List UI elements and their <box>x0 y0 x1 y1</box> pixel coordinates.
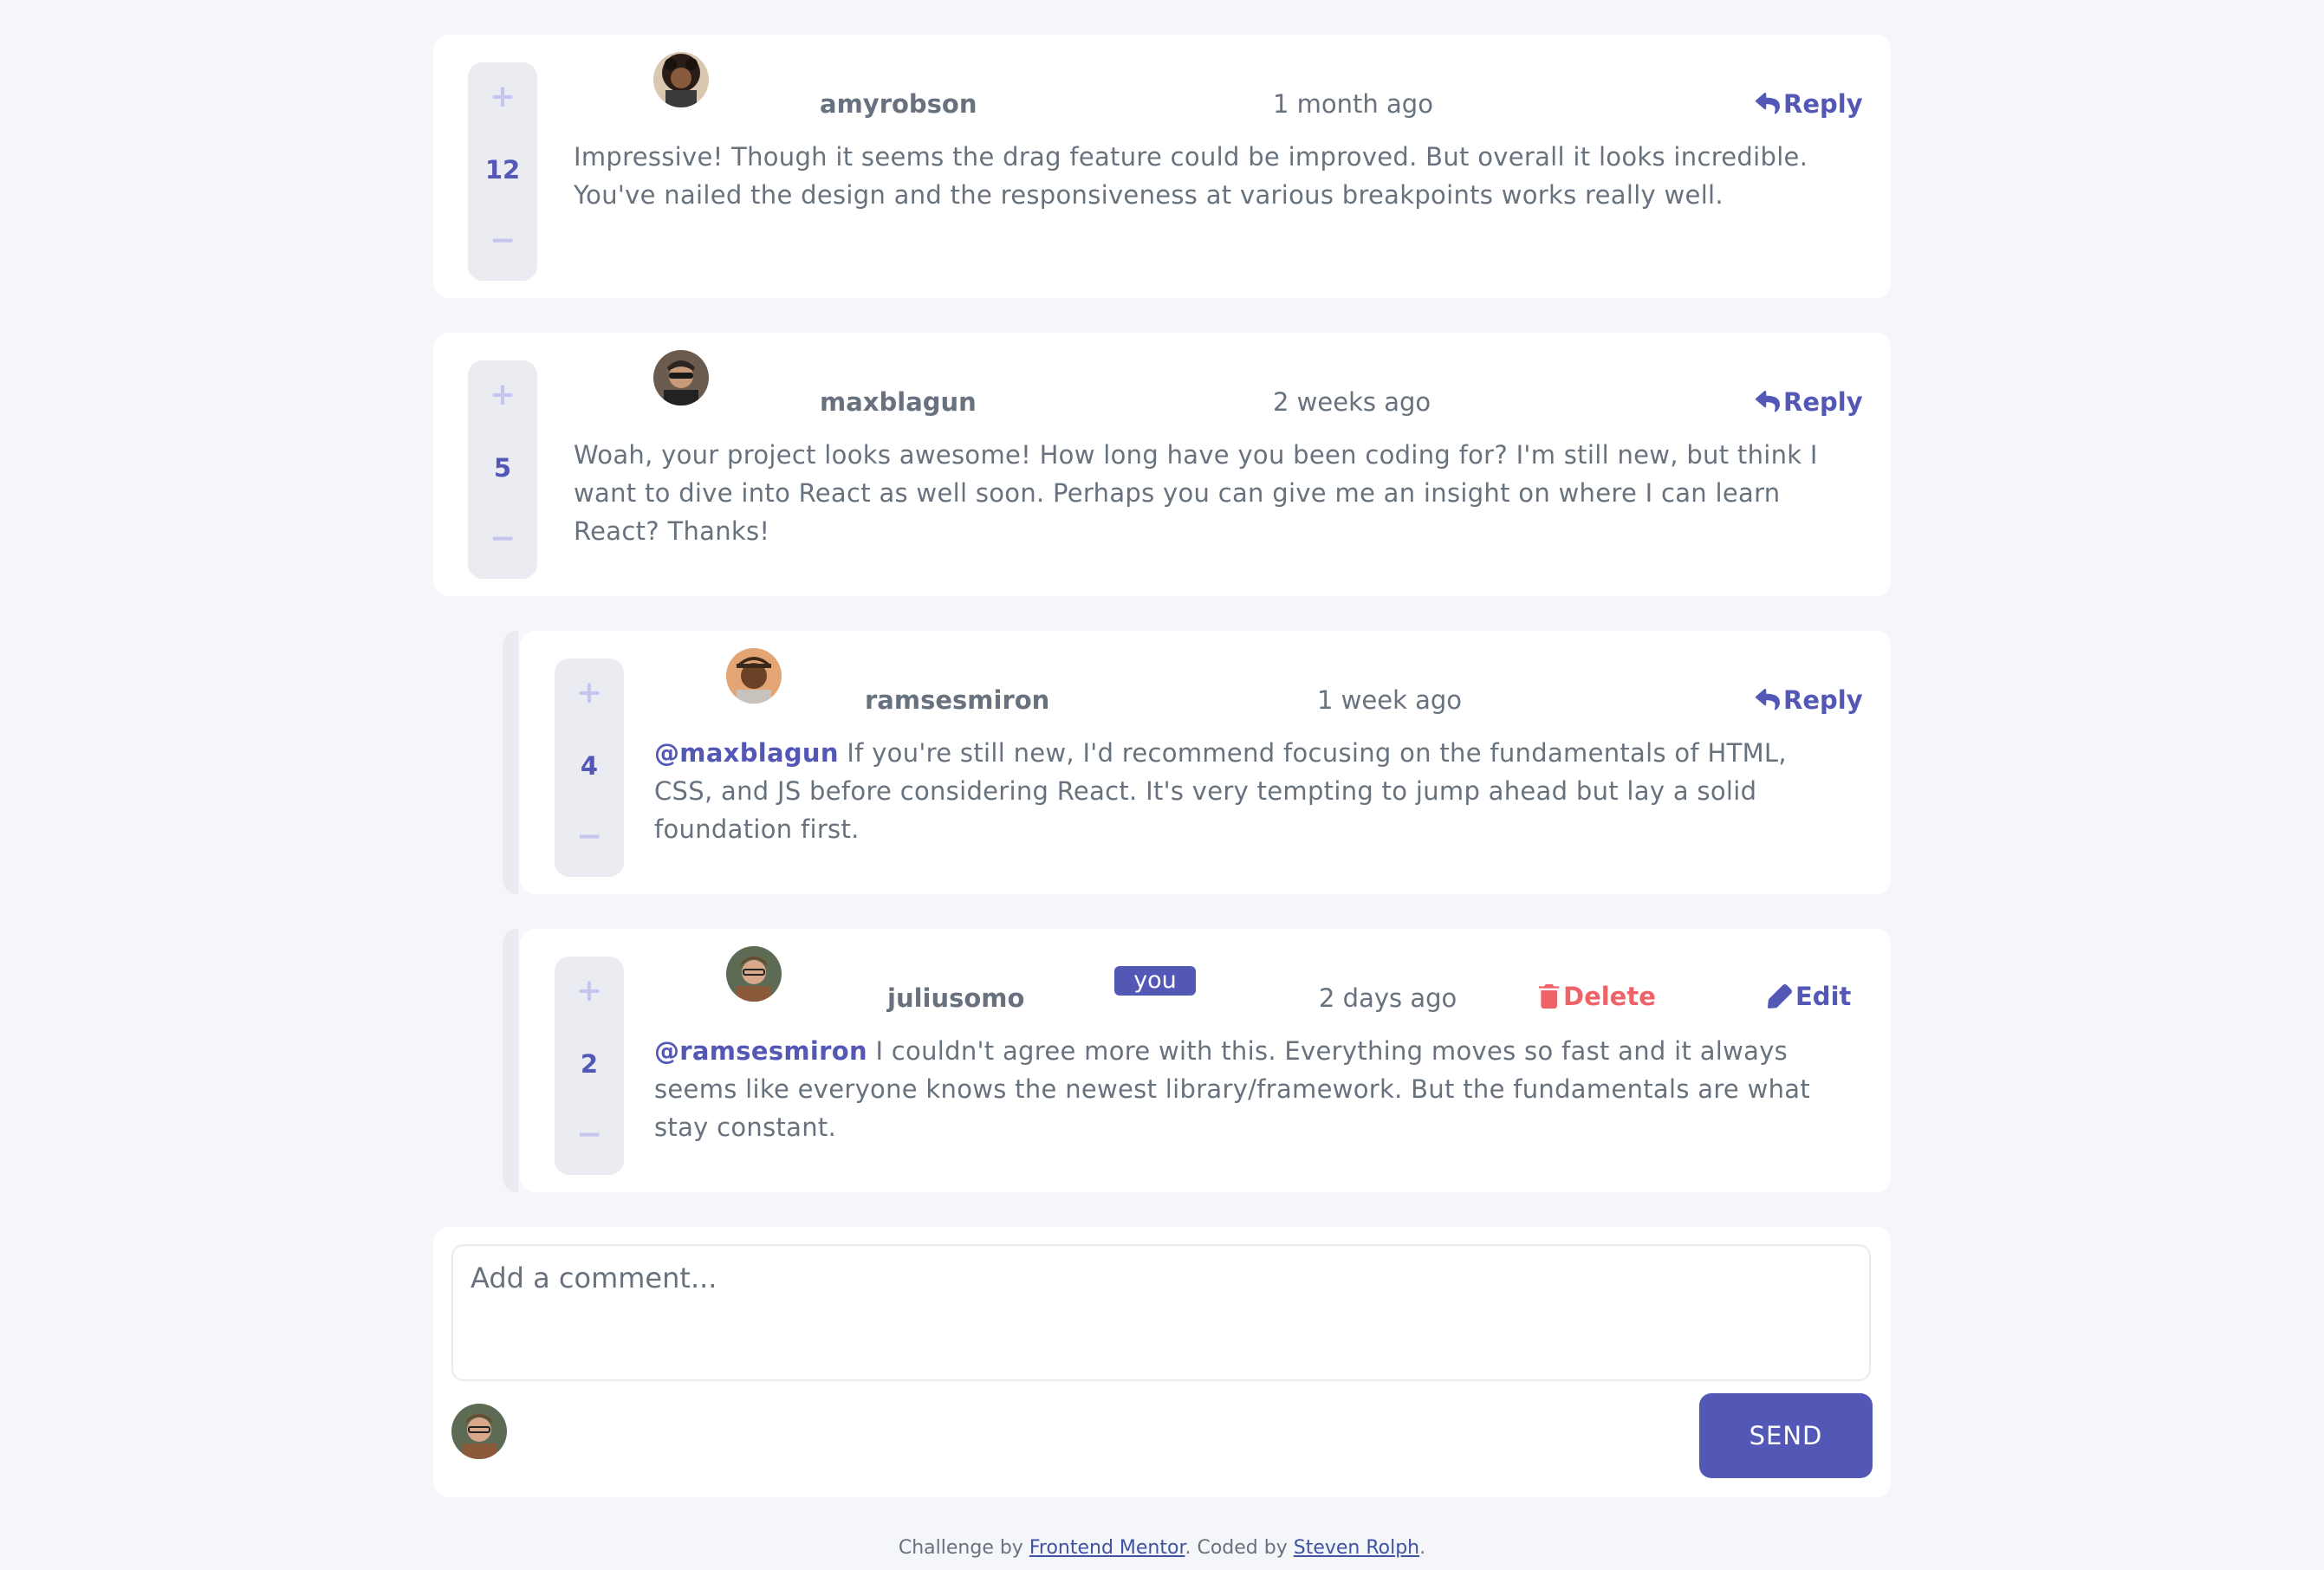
username[interactable]: maxblagun <box>820 385 977 419</box>
downvote-button[interactable]: − <box>555 1118 624 1152</box>
pencil-icon <box>1768 984 1792 1009</box>
reply-button[interactable]: Reply <box>1756 87 1863 121</box>
author-link[interactable]: Steven Rolph <box>1294 1537 1419 1559</box>
avatar <box>726 946 782 1002</box>
avatar <box>726 648 782 704</box>
timestamp: 2 weeks ago <box>1273 387 1431 417</box>
downvote-button[interactable]: − <box>468 522 537 556</box>
reply-card: + 4 − ramsesmiron 1 week ago Reply @maxb… <box>520 631 1891 894</box>
username[interactable]: ramsesmiron <box>865 683 1049 717</box>
comment-text: Woah, your project looks awesome! How lo… <box>574 440 1818 546</box>
upvote-button[interactable]: + <box>468 80 537 114</box>
reply-icon <box>1756 93 1780 114</box>
timestamp: 2 days ago <box>1319 983 1457 1013</box>
upvote-button[interactable]: + <box>555 974 624 1009</box>
edit-label: Edit <box>1795 982 1852 1011</box>
vote-score: 12 <box>484 155 521 185</box>
current-user-avatar <box>451 1404 507 1459</box>
reply-card: + 2 − juliusomo you 2 days ago Delete Ed… <box>520 929 1891 1192</box>
reply-button[interactable]: Reply <box>1756 385 1863 419</box>
vote-score: 2 <box>580 1049 599 1079</box>
comment-card: + 12 − amyrobson 1 month ago Reply Impre… <box>433 35 1891 298</box>
attribution-footer: Challenge by Frontend Mentor. Coded by S… <box>0 1535 2324 1561</box>
reply-thread-line <box>503 631 518 894</box>
reply-label: Reply <box>1783 685 1863 715</box>
upvote-button[interactable]: + <box>468 378 537 412</box>
mention-link[interactable]: @ramsesmiron <box>654 1036 867 1066</box>
upvote-button[interactable]: + <box>555 676 624 710</box>
delete-button[interactable]: Delete <box>1539 979 1656 1014</box>
vote-widget: + 2 − <box>555 957 624 1175</box>
reply-label: Reply <box>1783 387 1863 417</box>
send-button[interactable]: SEND <box>1699 1393 1873 1478</box>
avatar <box>653 52 709 107</box>
vote-widget: + 12 − <box>468 62 537 281</box>
comment-card: + 5 − maxblagun 2 weeks ago Reply Woah, … <box>433 333 1891 596</box>
comment-text: @ramsesmiron I couldn't agree more with … <box>654 1032 1867 1146</box>
footer-suffix: . <box>1419 1537 1426 1559</box>
frontend-mentor-link[interactable]: Frontend Mentor <box>1029 1537 1185 1559</box>
footer-middle: . Coded by <box>1185 1537 1294 1559</box>
edit-button[interactable]: Edit <box>1768 979 1851 1014</box>
timestamp: 1 month ago <box>1273 89 1433 119</box>
downvote-button[interactable]: − <box>555 820 624 854</box>
footer-prefix: Challenge by <box>898 1537 1029 1559</box>
vote-score: 5 <box>493 453 512 483</box>
comment-text: Impressive! Though it seems the drag fea… <box>574 142 1808 210</box>
delete-label: Delete <box>1563 982 1656 1011</box>
vote-widget: + 4 − <box>555 658 624 877</box>
mention-link[interactable]: @maxblagun <box>654 738 839 768</box>
avatar <box>653 350 709 405</box>
reply-label: Reply <box>1783 89 1863 119</box>
vote-score: 4 <box>580 751 599 781</box>
comment-text: @maxblagun If you're still new, I'd reco… <box>654 734 1850 848</box>
downvote-button[interactable]: − <box>468 224 537 258</box>
username[interactable]: juliusomo <box>887 981 1024 1015</box>
reply-icon <box>1756 689 1780 710</box>
reply-thread-line <box>503 929 518 1192</box>
you-badge: you <box>1114 966 1196 996</box>
timestamp: 1 week ago <box>1317 685 1463 715</box>
trash-icon <box>1539 984 1560 1009</box>
comment-input[interactable] <box>451 1244 1871 1381</box>
username[interactable]: amyrobson <box>820 87 977 121</box>
vote-widget: + 5 − <box>468 360 537 579</box>
reply-button[interactable]: Reply <box>1756 683 1863 717</box>
reply-icon <box>1756 391 1780 412</box>
